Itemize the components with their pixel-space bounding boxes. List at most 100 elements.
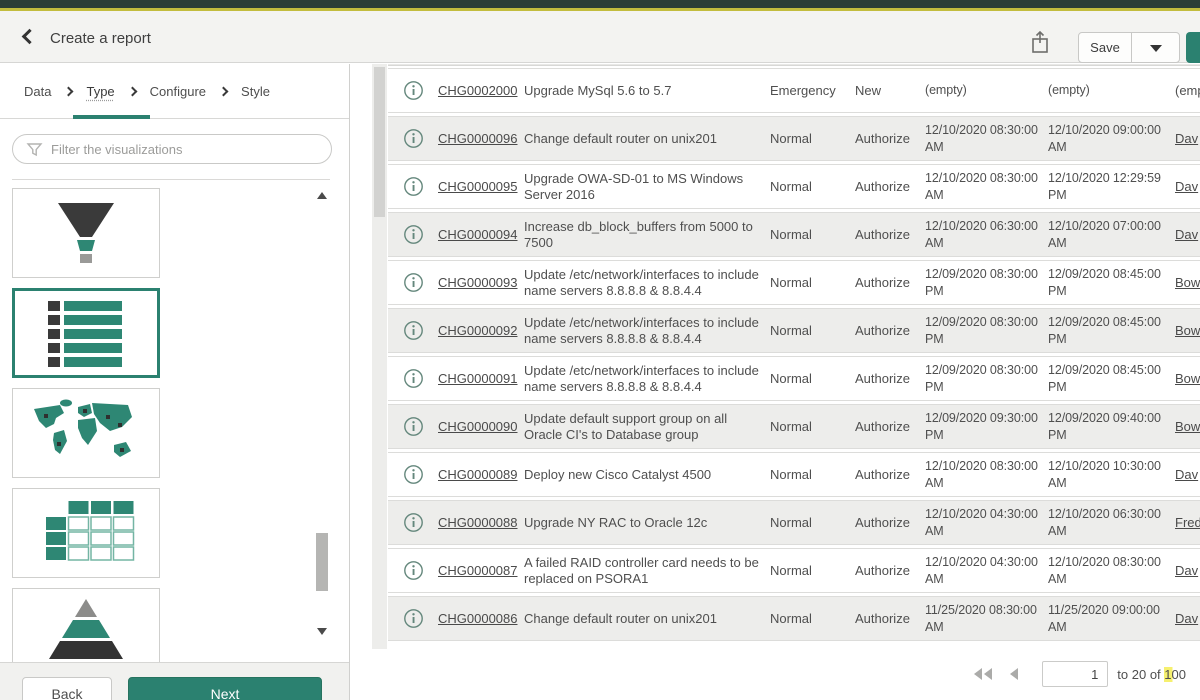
assigned-to-link[interactable]: Dav: [1175, 467, 1198, 482]
scroll-down-icon[interactable]: [317, 628, 327, 640]
info-icon[interactable]: [403, 368, 424, 389]
page-number-input[interactable]: [1042, 661, 1108, 687]
short-description-cell: A failed RAID controller card needs to b…: [524, 555, 770, 587]
previous-page-button[interactable]: [1008, 668, 1018, 680]
record-number-link[interactable]: CHG0000094: [438, 227, 518, 242]
start-date-cell: 12/10/2020 08:30:00AM: [925, 170, 1048, 204]
viz-thumbnail-heatmap[interactable]: [12, 488, 160, 578]
wizard-step-configure[interactable]: Configure: [150, 84, 206, 99]
wizard-step-style[interactable]: Style: [241, 84, 270, 99]
end-date-cell: 11/25/2020 09:00:00AM: [1048, 602, 1175, 636]
gallery-scrollbar[interactable]: [314, 185, 331, 654]
info-icon[interactable]: [403, 320, 424, 341]
assigned-to-cell: Dav: [1175, 179, 1200, 194]
save-button[interactable]: Save: [1078, 32, 1132, 63]
viz-thumbnail-funnel[interactable]: [12, 188, 160, 278]
assigned-to-cell: Bow: [1175, 371, 1200, 386]
assigned-to-link[interactable]: Fred: [1175, 515, 1200, 530]
assigned-to-cell: Dav: [1175, 611, 1200, 626]
record-number-link[interactable]: CHG0000086: [438, 611, 518, 626]
record-number-link[interactable]: CHG0000090: [438, 419, 518, 434]
first-page-icon: [984, 668, 992, 680]
assigned-to-link[interactable]: Bow: [1175, 275, 1200, 290]
assigned-to-link[interactable]: Bow: [1175, 371, 1200, 386]
info-icon[interactable]: [403, 80, 424, 101]
record-number-link[interactable]: CHG0000096: [438, 131, 518, 146]
assigned-to-link[interactable]: Dav: [1175, 611, 1198, 626]
wizard-steps-row: Data Type Configure Style: [0, 64, 349, 119]
heatmap-icon: [26, 493, 146, 573]
preview-scrollbar[interactable]: [372, 64, 387, 649]
viz-thumbnail-world-map[interactable]: [12, 388, 160, 478]
info-icon[interactable]: [403, 272, 424, 293]
assigned-to-link[interactable]: Bow: [1175, 419, 1200, 434]
info-icon[interactable]: [403, 512, 424, 533]
priority-cell: Normal: [770, 419, 855, 434]
preview-scrollbar-thumb[interactable]: [374, 67, 385, 217]
end-date-cell: 12/09/2020 09:40:00PM: [1048, 410, 1175, 444]
scroll-up-icon[interactable]: [317, 187, 327, 199]
priority-cell: Normal: [770, 323, 855, 338]
visualization-filter: [12, 134, 332, 164]
priority-cell: Normal: [770, 467, 855, 482]
state-cell: Authorize: [855, 323, 925, 338]
first-page-button[interactable]: [972, 668, 992, 680]
record-number-link[interactable]: CHG0000087: [438, 563, 518, 578]
start-date-cell: 12/09/2020 09:30:00PM: [925, 410, 1048, 444]
viz-thumbnail-bar-list[interactable]: [12, 288, 160, 378]
assigned-to-link[interactable]: Dav: [1175, 227, 1198, 242]
wizard-back-button[interactable]: Back: [22, 677, 112, 700]
end-date-cell: (empty): [1048, 82, 1175, 99]
wizard-step-data[interactable]: Data: [24, 84, 51, 99]
short-description-cell: Update default support group on all Orac…: [524, 411, 770, 443]
table-row: CHG0000088Upgrade NY RAC to Oracle 12cNo…: [388, 500, 1200, 545]
end-date-cell: 12/10/2020 12:29:59PM: [1048, 170, 1175, 204]
record-number-link[interactable]: CHG0000089: [438, 467, 518, 482]
record-number-link[interactable]: CHG0000092: [438, 323, 518, 338]
record-number-link[interactable]: CHG0000095: [438, 179, 518, 194]
info-icon[interactable]: [403, 176, 424, 197]
priority-cell: Emergency: [770, 83, 855, 98]
assigned-to-link[interactable]: Bow: [1175, 323, 1200, 338]
assigned-to-cell: Bow: [1175, 419, 1200, 434]
browser-top-bar: [0, 0, 1200, 8]
start-date-cell: 11/25/2020 08:30:00AM: [925, 602, 1048, 636]
chevron-right-icon: [127, 86, 137, 96]
info-icon[interactable]: [403, 560, 424, 581]
info-icon[interactable]: [403, 464, 424, 485]
scrollbar-thumb[interactable]: [316, 533, 328, 591]
priority-cell: Normal: [770, 179, 855, 194]
back-button[interactable]: [16, 25, 42, 51]
share-button[interactable]: [1026, 29, 1054, 57]
save-menu-button[interactable]: [1131, 32, 1180, 63]
assigned-to-cell: Bow: [1175, 275, 1200, 290]
start-date-cell: 12/10/2020 04:30:00AM: [925, 554, 1048, 588]
assigned-to-link[interactable]: Dav: [1175, 131, 1198, 146]
short-description-cell: Update /etc/network/interfaces to includ…: [524, 315, 770, 347]
run-button-cropped[interactable]: [1186, 32, 1200, 63]
table-row: CHG0000089Deploy new Cisco Catalyst 4500…: [388, 452, 1200, 497]
info-icon[interactable]: [403, 608, 424, 629]
record-number-link[interactable]: CHG0000088: [438, 515, 518, 530]
assigned-to-cell: Dav: [1175, 563, 1200, 578]
short-description-cell: Update /etc/network/interfaces to includ…: [524, 267, 770, 299]
wizard-step-type[interactable]: Type: [86, 84, 114, 99]
filter-visualizations-input[interactable]: [12, 134, 332, 164]
info-icon[interactable]: [403, 416, 424, 437]
record-number-link[interactable]: CHG0000093: [438, 275, 518, 290]
pyramid-chart-icon: [26, 593, 146, 662]
assigned-to-cell: Dav: [1175, 227, 1200, 242]
end-date-cell: 12/09/2020 08:45:00PM: [1048, 314, 1175, 348]
viz-thumbnail-pyramid[interactable]: [12, 588, 160, 662]
record-number-link[interactable]: CHG0000091: [438, 371, 518, 386]
assigned-to-link[interactable]: Dav: [1175, 563, 1198, 578]
chevron-right-icon: [219, 86, 229, 96]
state-cell: Authorize: [855, 371, 925, 386]
first-page-icon: [974, 668, 982, 680]
record-number-link[interactable]: CHG0002000: [438, 83, 518, 98]
wizard-next-button[interactable]: Next: [128, 677, 322, 700]
start-date-cell: 12/10/2020 08:30:00AM: [925, 122, 1048, 156]
assigned-to-link[interactable]: Dav: [1175, 179, 1198, 194]
info-icon[interactable]: [403, 224, 424, 245]
info-icon[interactable]: [403, 128, 424, 149]
